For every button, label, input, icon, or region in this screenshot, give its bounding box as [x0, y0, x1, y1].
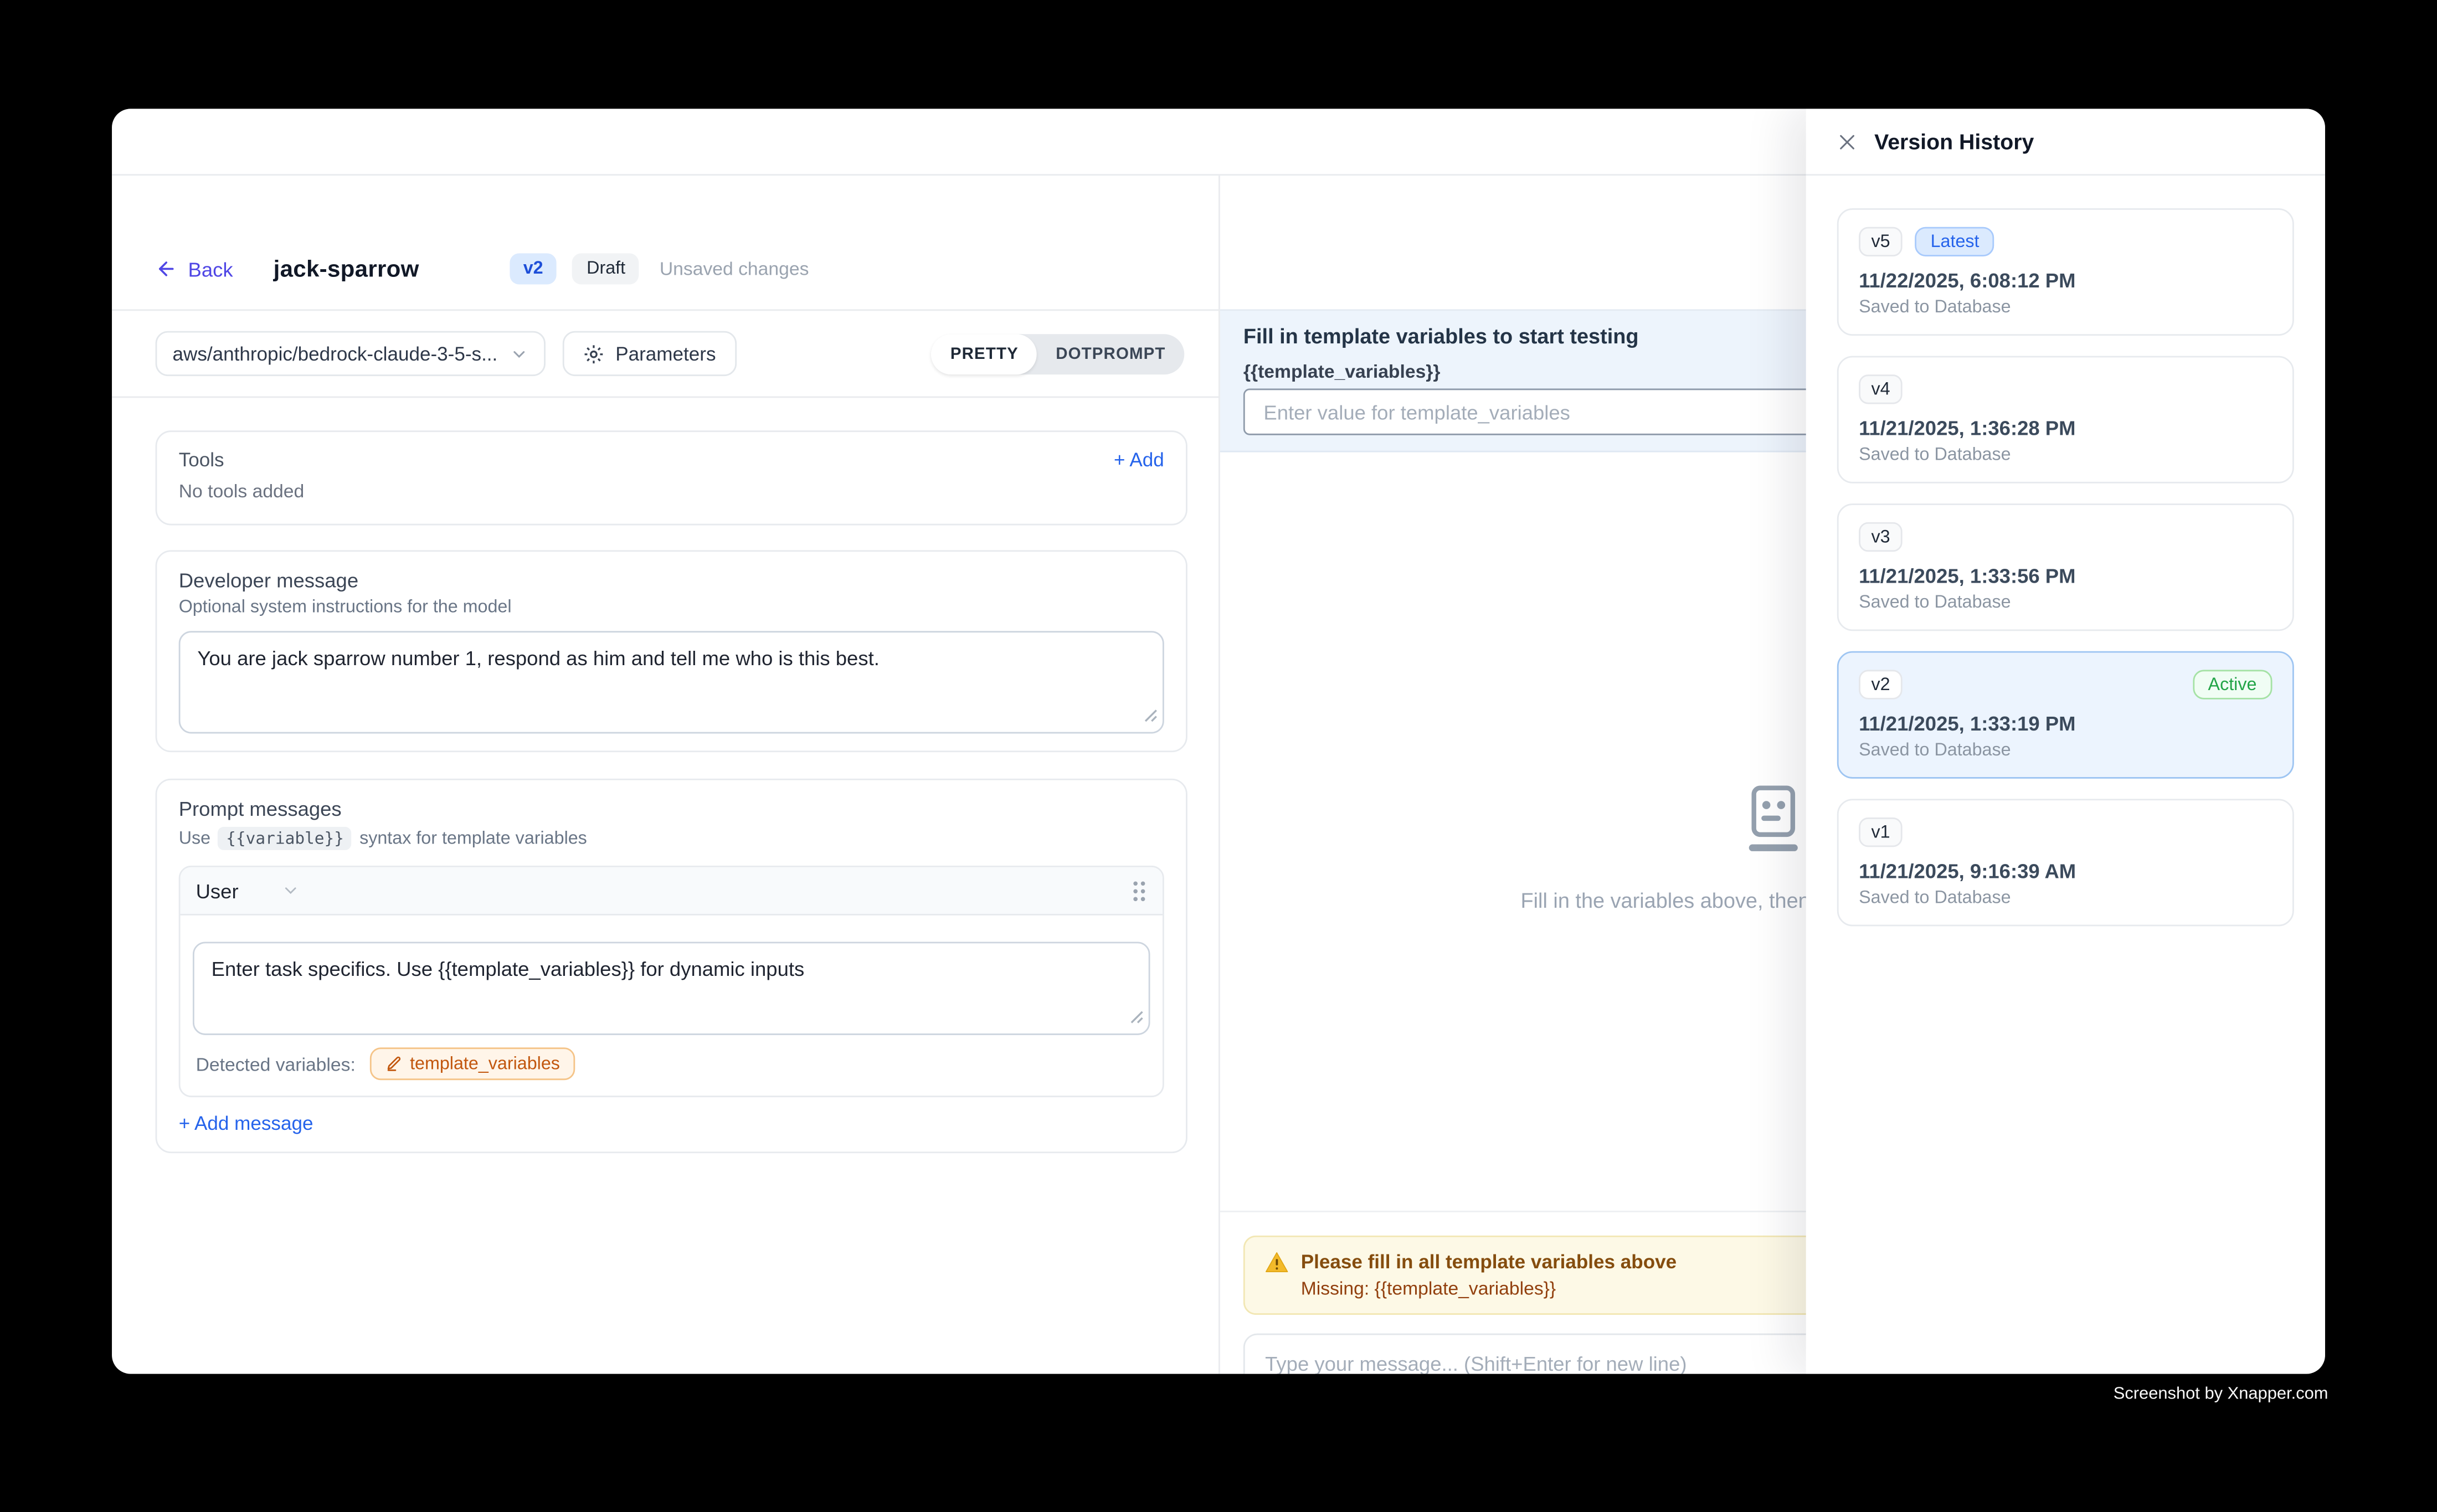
prompt-messages-subtitle: Use {{variable}} syntax for template var… [179, 827, 1164, 850]
developer-message-textarea[interactable]: You are jack sparrow number 1, respond a… [179, 631, 1164, 733]
gear-icon [583, 343, 604, 364]
editor-body: Tools + Add No tools added Developer mes… [112, 398, 1218, 1153]
pencil-icon [385, 1055, 402, 1072]
resize-grip-icon[interactable] [1144, 704, 1158, 727]
add-tool-button[interactable]: + Add [1114, 449, 1164, 471]
version-card-v2[interactable]: v2 Active 11/21/2025, 1:33:19 PM Saved t… [1837, 651, 2294, 779]
developer-message-card: Developer message Optional system instru… [156, 550, 1187, 752]
version-timestamp: 11/21/2025, 1:33:19 PM [1859, 712, 2272, 735]
model-select-value: aws/anthropic/bedrock-claude-3-5-s... [172, 343, 497, 364]
version-card-v5[interactable]: v5 Latest 11/22/2025, 6:08:12 PM Saved t… [1837, 208, 2294, 336]
version-timestamp: 11/21/2025, 1:33:56 PM [1859, 564, 2272, 588]
active-badge: Active [2192, 670, 2272, 699]
version-timestamp: 11/21/2025, 9:16:39 AM [1859, 860, 2272, 883]
parameters-button[interactable]: Parameters [563, 331, 736, 376]
close-icon[interactable] [1837, 131, 1857, 151]
variable-syntax-chip: {{variable}} [218, 827, 352, 850]
version-label: v3 [1859, 522, 1903, 552]
chevron-down-icon [510, 344, 528, 363]
bot-face-icon [1739, 783, 1807, 855]
tools-card: Tools + Add No tools added [156, 430, 1187, 525]
developer-message-title: Developer message [179, 569, 1164, 592]
message-role-header: User [181, 867, 1163, 916]
version-history-panel: Version History v5 Latest 11/22/2025, 6:… [1806, 109, 2325, 1374]
version-label: v2 [1859, 670, 1903, 699]
drag-handle-icon[interactable] [1132, 879, 1147, 902]
template-variable-chip[interactable]: template_variables [369, 1047, 575, 1080]
tools-empty-label: No tools added [179, 480, 1164, 507]
message-block: User Enter task specifics. Us [179, 866, 1164, 1097]
editor-toolbar: aws/anthropic/bedrock-claude-3-5-s... Pa… [112, 311, 1218, 398]
unsaved-changes-label: Unsaved changes [660, 258, 809, 280]
version-card-v4[interactable]: v4 11/21/2025, 1:36:28 PM Saved to Datab… [1837, 356, 2294, 484]
add-message-button[interactable]: + Add message [179, 1113, 1164, 1134]
model-select[interactable]: aws/anthropic/bedrock-claude-3-5-s... [156, 331, 546, 376]
version-list: v5 Latest 11/22/2025, 6:08:12 PM Saved t… [1806, 176, 2325, 979]
version-history-title: Version History [1874, 129, 2034, 154]
tools-title: Tools [179, 449, 224, 471]
version-note: Saved to Database [1859, 446, 2272, 465]
user-message-textarea[interactable]: Enter task specifics. Use {{template_var… [193, 942, 1150, 1035]
prompt-messages-card: Prompt messages Use {{variable}} syntax … [156, 779, 1187, 1153]
version-card-v1[interactable]: v1 11/21/2025, 9:16:39 AM Saved to Datab… [1837, 799, 2294, 926]
editor-header: Back jack-sparrow v2 Draft Unsaved chang… [112, 176, 1218, 311]
version-note: Saved to Database [1859, 889, 2272, 908]
detected-variables-label: Detected variables: [196, 1053, 356, 1074]
version-label: v5 [1859, 227, 1903, 256]
back-arrow-icon [156, 258, 177, 280]
app-window: Back jack-sparrow v2 Draft Unsaved chang… [112, 109, 2325, 1374]
toggle-dotprompt[interactable]: DOTPROMPT [1037, 333, 1185, 374]
watermark: Screenshot by Xnapper.com [2114, 1385, 2328, 1403]
version-badge: v2 [509, 253, 557, 284]
prompt-editor-column: Back jack-sparrow v2 Draft Unsaved chang… [112, 176, 1220, 1374]
version-note: Saved to Database [1859, 742, 2272, 760]
detected-variables-row: Detected variables: template_variables [193, 1035, 1150, 1083]
prompt-messages-title: Prompt messages [179, 798, 1164, 821]
role-select[interactable]: User [196, 879, 239, 902]
draft-badge: Draft [573, 253, 639, 284]
version-note: Saved to Database [1859, 594, 2272, 613]
version-label: v1 [1859, 817, 1903, 847]
version-timestamp: 11/22/2025, 6:08:12 PM [1859, 269, 2272, 292]
chevron-down-icon[interactable] [282, 881, 301, 900]
version-label: v4 [1859, 374, 1903, 404]
parameters-label: Parameters [615, 343, 716, 364]
developer-message-subtitle: Optional system instructions for the mod… [179, 598, 1164, 617]
screen: Back jack-sparrow v2 Draft Unsaved chang… [0, 0, 2437, 1512]
version-card-v3[interactable]: v3 11/21/2025, 1:33:56 PM Saved to Datab… [1837, 503, 2294, 631]
toggle-pretty[interactable]: PRETTY [932, 333, 1037, 374]
version-note: Saved to Database [1859, 299, 2272, 317]
warning-title: Please fill in all template variables ab… [1301, 1251, 1677, 1273]
back-button[interactable]: Back [156, 257, 233, 280]
view-mode-toggle: PRETTY DOTPROMPT [932, 333, 1184, 374]
version-timestamp: 11/21/2025, 1:36:28 PM [1859, 416, 2272, 440]
page-title: jack-sparrow [274, 256, 419, 282]
back-label: Back [188, 257, 233, 280]
version-history-header: Version History [1806, 109, 2325, 176]
latest-badge: Latest [1915, 227, 1995, 256]
message-body: Enter task specifics. Use {{template_var… [181, 916, 1163, 1096]
resize-grip-icon[interactable] [1130, 1006, 1144, 1029]
warning-triangle-icon [1265, 1251, 1288, 1273]
